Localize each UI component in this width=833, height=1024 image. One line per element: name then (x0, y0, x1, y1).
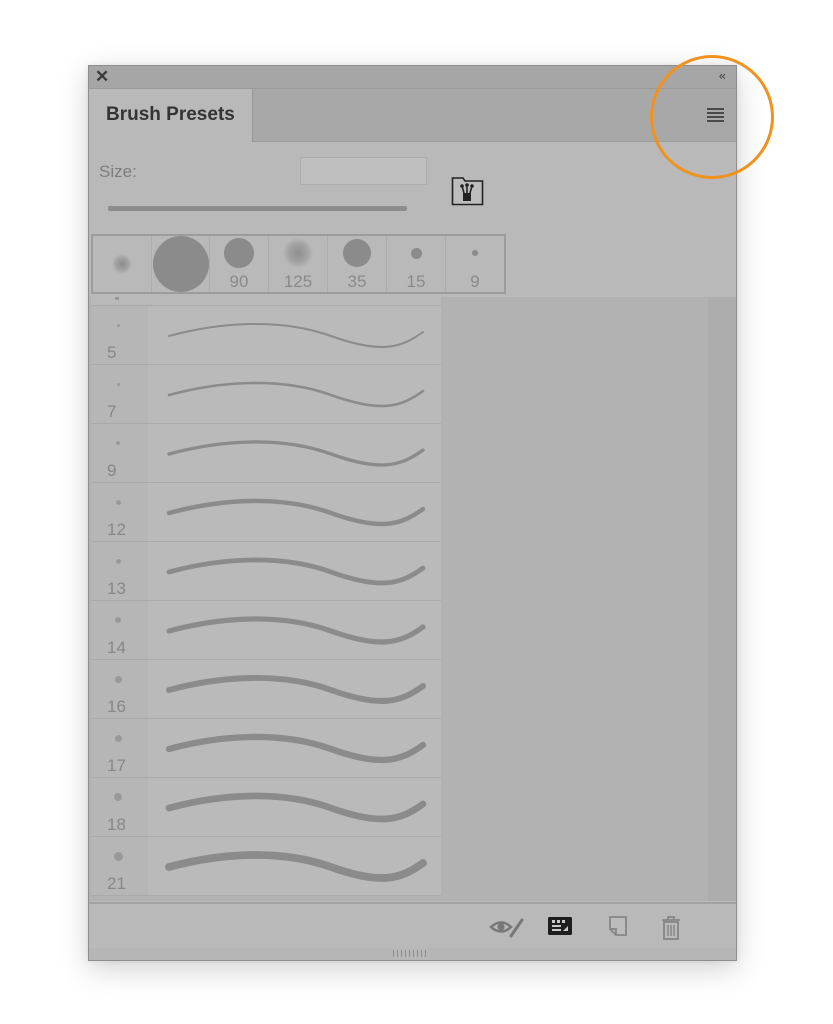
brush-preset-row[interactable]: 9 (91, 424, 441, 483)
recent-brush[interactable]: 9 (446, 236, 504, 292)
size-input[interactable] (300, 157, 427, 185)
brush-settings-icon[interactable] (547, 915, 573, 942)
brush-stroke-preview (166, 557, 426, 586)
brush-folder-icon[interactable] (451, 176, 484, 206)
brush-preset-row[interactable]: 5 (91, 306, 441, 365)
close-icon[interactable]: ✕ (95, 67, 113, 87)
brush-tip-icon (410, 247, 422, 259)
recent-brush[interactable] (93, 236, 152, 292)
stroke-path (167, 381, 425, 408)
brush-stroke-preview (167, 381, 425, 408)
panel-titlebar[interactable]: ✕ ‹‹ (89, 66, 736, 89)
brush-size-label: 21 (107, 874, 126, 893)
brush-size-label: 5 (107, 343, 117, 362)
brush-stroke-preview (166, 674, 426, 704)
brush-list: 5 7 9 12 13 14 16 17 18 21 (91, 297, 441, 896)
size-slider[interactable] (108, 206, 407, 211)
brush-tip-icon (116, 323, 120, 327)
recent-brushes-strip: 90 125 35 15 9 (91, 234, 506, 294)
stroke-path (166, 557, 426, 586)
brush-size-label: 17 (107, 756, 126, 775)
tab-brush-presets[interactable]: Brush Presets (89, 89, 253, 142)
brush-size-label: 15 (406, 272, 426, 291)
brush-size-label: 125 (283, 272, 313, 291)
brush-stroke-preview (165, 851, 427, 882)
new-page-icon[interactable] (607, 915, 629, 944)
tab-bar: Brush Presets (89, 89, 736, 142)
brush-thumb-column (91, 424, 148, 482)
brush-preset-row[interactable]: 7 (91, 365, 441, 424)
recent-brush[interactable]: 125 (269, 236, 329, 292)
recent-brush[interactable]: 35 (328, 236, 388, 292)
tab-label: Brush Presets (106, 104, 235, 125)
brush-tip-icon (115, 617, 121, 623)
brush-preset-row[interactable]: 14 (91, 601, 441, 660)
brush-size-label: 9 (107, 461, 117, 480)
trash-icon[interactable] (660, 915, 682, 946)
brush-preset-row[interactable]: 13 (91, 542, 441, 601)
stroke-path (165, 733, 427, 764)
brush-stroke-preview (168, 322, 424, 348)
brush-preset-row[interactable]: 18 (91, 778, 441, 837)
brush-tip-icon (283, 238, 314, 268)
brush-tip-icon (115, 558, 121, 564)
collapse-panel-icon[interactable]: ‹‹ (718, 69, 725, 83)
recent-brush[interactable]: 15 (387, 236, 447, 292)
brush-stroke-preview (165, 792, 427, 823)
brush-tip-icon (116, 382, 120, 386)
brush-size-label: 18 (107, 815, 126, 834)
brush-size-label: 35 (347, 272, 367, 291)
brush-tip-icon (224, 238, 255, 268)
stroke-path (168, 322, 424, 348)
stroke-path (167, 440, 425, 467)
brush-size-label: 16 (107, 697, 126, 716)
stroke-path (165, 851, 427, 882)
brush-tip-icon (112, 254, 132, 274)
brush-stroke-preview (167, 440, 425, 467)
brush-preset-row[interactable]: 12 (91, 483, 441, 542)
scrollbar-track[interactable] (708, 297, 736, 901)
brush-presets-panel: ✕ ‹‹ Brush Presets Size: 90 125 35 15 9 5 7 9 1… (88, 65, 737, 961)
partial-row (91, 297, 441, 306)
hamburger-menu-icon[interactable] (707, 108, 724, 122)
brush-thumb-column (91, 365, 148, 423)
brush-tip-icon (114, 793, 122, 801)
brush-tip-icon (114, 734, 122, 742)
brush-tip-icon (153, 236, 209, 292)
size-label: Size: (99, 162, 137, 181)
brush-size-label: 14 (107, 638, 126, 657)
brush-thumb-column (91, 306, 148, 364)
stroke-path (165, 792, 427, 823)
brush-size-label: 13 (107, 579, 126, 598)
brush-tip-icon (114, 675, 122, 683)
eye-brush-icon[interactable] (489, 915, 525, 944)
brush-stroke-preview (165, 733, 427, 764)
recent-brush[interactable] (152, 236, 211, 292)
brush-tip-icon (115, 499, 121, 505)
brush-preset-list: 5 7 9 12 13 14 16 17 18 21 (89, 297, 736, 901)
brush-tip-icon (116, 441, 120, 445)
brush-tip-icon (343, 239, 372, 267)
brush-stroke-preview (166, 616, 426, 645)
stroke-path (166, 498, 426, 527)
brush-preset-row[interactable]: 16 (91, 660, 441, 719)
brush-size-label: 7 (107, 402, 117, 421)
brush-size-label: 90 (229, 272, 249, 291)
brush-stroke-preview (166, 498, 426, 527)
resize-grip[interactable] (89, 948, 736, 960)
stroke-path (166, 616, 426, 645)
brush-preset-row[interactable]: 17 (91, 719, 441, 778)
brush-size-label: 12 (107, 520, 126, 539)
brush-tip-icon (113, 851, 123, 861)
brush-size-label: 9 (470, 272, 480, 291)
brush-tip-icon (472, 250, 479, 256)
stroke-path (166, 674, 426, 704)
panel-footer (89, 902, 736, 953)
recent-brush[interactable]: 90 (210, 236, 270, 292)
brush-preset-row[interactable]: 21 (91, 837, 441, 896)
